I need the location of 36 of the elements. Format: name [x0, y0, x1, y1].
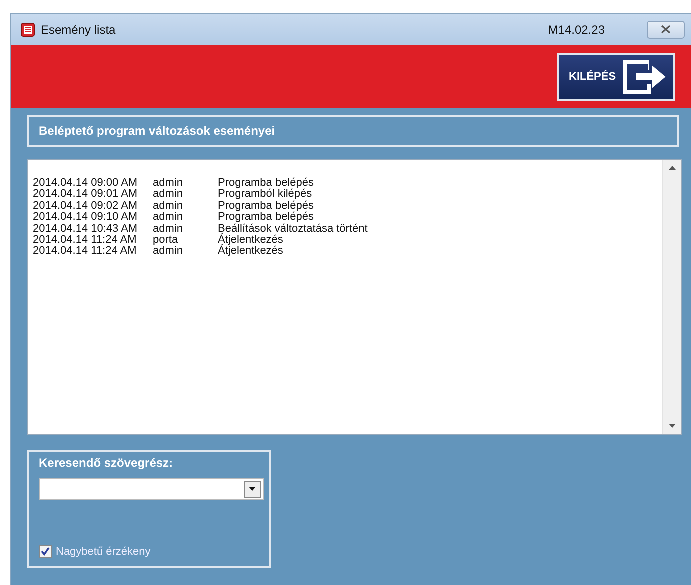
- event-user: admin: [153, 246, 184, 258]
- exit-door-icon: [621, 58, 667, 96]
- event-time: 2014.04.14 09:02 AM: [33, 200, 139, 212]
- event-time: 2014.04.14 09:00 AM: [33, 178, 139, 189]
- scroll-up-icon[interactable]: [668, 166, 676, 170]
- dropdown-arrow-icon: [249, 487, 256, 491]
- event-description: Beállítások változtatása történt: [218, 224, 369, 235]
- event-description: Átjelentkezés: [218, 246, 284, 258]
- event-user: porta: [153, 235, 178, 246]
- scroll-down-icon[interactable]: [668, 424, 676, 428]
- exit-button[interactable]: KILÉPÉS: [557, 52, 675, 100]
- event-user: admin: [153, 178, 184, 189]
- section-header: Beléptető program változások eseményei: [27, 115, 679, 147]
- event-time: 2014.04.14 11:24 AM: [33, 235, 138, 246]
- close-icon: [661, 25, 671, 34]
- event-description: Programba belépés: [218, 212, 316, 224]
- event-time: 2014.04.14 09:10 AM: [33, 212, 139, 224]
- event-user: admin: [153, 200, 184, 212]
- close-button[interactable]: [647, 20, 685, 38]
- event-user: admin: [153, 212, 184, 224]
- window-title: Esemény lista: [41, 22, 116, 36]
- event-time: 2014.04.14 11:24 AM: [33, 246, 138, 258]
- event-time: 2014.04.14 10:43 AM: [33, 224, 139, 235]
- case-checkbox[interactable]: [39, 545, 52, 558]
- version-label: M14.02.23: [548, 22, 605, 36]
- scrollbar[interactable]: [662, 160, 681, 434]
- event-user: admin: [153, 224, 184, 236]
- event-time: 2014.04.14 09:01 AM: [33, 189, 139, 201]
- app-icon: [21, 22, 35, 36]
- event-user: admin: [153, 189, 184, 201]
- dropdown-button[interactable]: [244, 480, 261, 498]
- checkbox-label: Nagybetű érzékeny: [56, 546, 151, 558]
- search-label: Keresendő szövegrész:: [39, 456, 174, 470]
- event-description: Programból kilépés: [218, 189, 312, 200]
- event-description: Programba belépés: [218, 200, 316, 212]
- event-description: Programba belépés: [218, 178, 316, 189]
